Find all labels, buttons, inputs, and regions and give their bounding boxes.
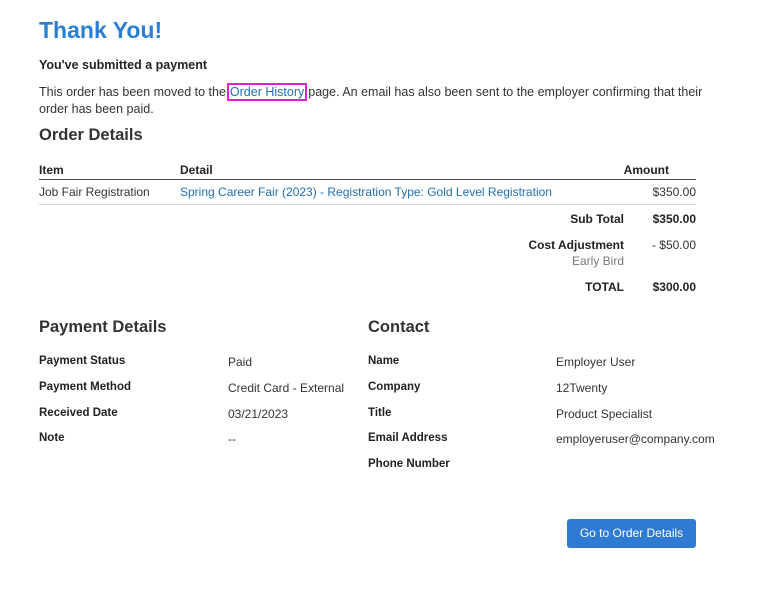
contact-name-label: Name — [368, 355, 400, 367]
order-history-link[interactable]: Order History — [226, 83, 308, 101]
contact-title-value: Product Specialist — [556, 407, 653, 421]
table-row-divider — [39, 204, 696, 205]
contact-phone-label: Phone Number — [368, 458, 450, 470]
go-to-order-details-button[interactable]: Go to Order Details — [567, 519, 696, 548]
contact-email-value: employeruser@company.com — [556, 432, 715, 446]
contact-title: Contact — [368, 318, 430, 336]
table-header-divider — [39, 179, 696, 180]
note-label: Note — [39, 432, 65, 444]
confirmation-message: This order has been moved to the Order Hi… — [39, 83, 709, 117]
contact-email-label: Email Address — [368, 432, 448, 444]
cost-adjustment-value: - $50.00 — [651, 238, 696, 252]
confirmation-subtitle: You've submitted a payment — [39, 58, 208, 72]
received-date-value: 03/21/2023 — [228, 407, 289, 421]
received-date-label: Received Date — [39, 407, 118, 419]
total-value: $300.00 — [652, 280, 696, 294]
contact-company-label: Company — [368, 381, 421, 393]
note-value: -- — [228, 432, 236, 446]
column-header-detail: Detail — [180, 163, 213, 177]
payment-details-title: Payment Details — [39, 318, 167, 336]
payment-status-label: Payment Status — [39, 355, 126, 367]
cost-adjustment-note: Early Bird — [571, 254, 624, 268]
payment-status-value: Paid — [228, 355, 253, 369]
message-text-before: This order has been moved to the — [39, 85, 226, 99]
contact-company-value: 12Twenty — [556, 381, 608, 395]
contact-title-label: Title — [368, 407, 392, 419]
column-header-amount: Amount — [623, 163, 669, 177]
row-item-name: Job Fair Registration — [39, 185, 150, 199]
contact-name-value: Employer User — [556, 355, 636, 369]
page-title: Thank You! — [39, 17, 163, 43]
payment-method-label: Payment Method — [39, 381, 132, 393]
column-header-item: Item — [39, 163, 64, 177]
row-detail-link[interactable]: Spring Career Fair (2023) - Registration… — [180, 185, 552, 199]
order-details-title: Order Details — [39, 126, 143, 144]
subtotal-value: $350.00 — [652, 212, 696, 226]
payment-method-value: Credit Card - External — [228, 381, 345, 395]
row-amount: $350.00 — [652, 185, 696, 199]
